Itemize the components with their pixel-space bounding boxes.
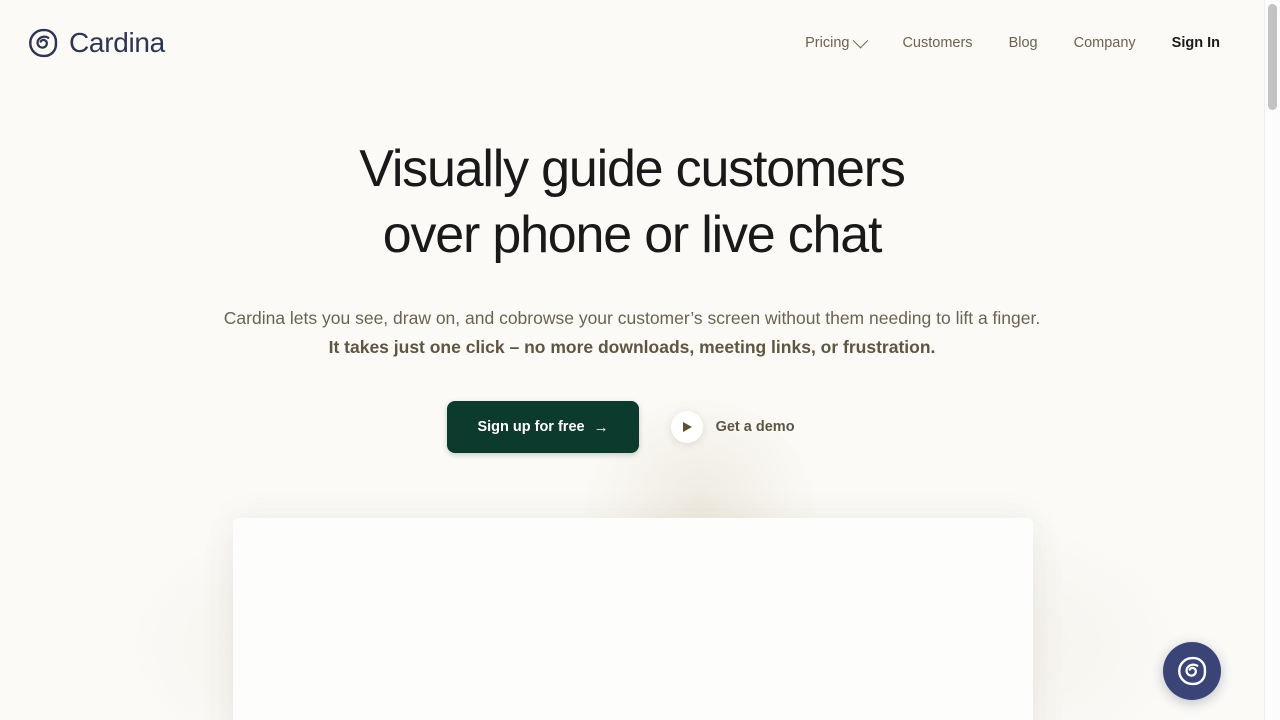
hero-subtitle-emphasis: It takes just one click – no more downlo… xyxy=(328,337,936,357)
hero-subtitle: Cardina lets you see, draw on, and cobro… xyxy=(0,304,1264,362)
page-root: Cardina Pricing Customers Blog Company S… xyxy=(0,0,1264,720)
nav-item-sign-in-label: Sign In xyxy=(1171,35,1220,51)
brand-logo-link[interactable]: Cardina xyxy=(28,27,165,59)
vertical-scrollbar[interactable] xyxy=(1264,0,1280,720)
chevron-down-icon xyxy=(853,32,869,48)
sign-up-for-free-label: Sign up for free xyxy=(477,419,585,435)
nav-item-sign-in[interactable]: Sign In xyxy=(1154,27,1220,59)
nav-item-blog-label: Blog xyxy=(1008,35,1038,51)
nav-item-company[interactable]: Company xyxy=(1056,27,1154,59)
hero-media-panel xyxy=(233,518,1033,720)
cardina-spiral-logo-icon xyxy=(28,28,58,58)
nav-item-customers[interactable]: Customers xyxy=(884,27,990,59)
nav-item-pricing[interactable]: Pricing xyxy=(787,27,884,59)
hero-title-line-2: over phone or live chat xyxy=(382,206,883,264)
page-title: Visually guide customers over phone or l… xyxy=(0,136,1264,268)
site-header: Cardina Pricing Customers Blog Company S… xyxy=(0,0,1264,86)
play-triangle-icon xyxy=(683,422,693,432)
play-icon xyxy=(670,411,703,443)
arrow-right-icon: → xyxy=(593,418,609,436)
scrollbar-thumb[interactable] xyxy=(1268,4,1277,110)
cardina-spiral-logo-icon xyxy=(1177,656,1207,686)
main-navigation: Pricing Customers Blog Company Sign In xyxy=(787,27,1220,59)
brand-name: Cardina xyxy=(69,27,165,58)
get-a-demo-label: Get a demo xyxy=(715,419,795,435)
hero-subtitle-lead: Cardina lets you see, draw on, and cobro… xyxy=(223,308,1041,328)
hero-title-line-1: Visually guide customers xyxy=(359,140,906,198)
sign-up-for-free-button[interactable]: Sign up for free → xyxy=(447,401,639,453)
nav-item-blog[interactable]: Blog xyxy=(991,27,1056,59)
nav-item-company-label: Company xyxy=(1073,35,1136,51)
nav-item-pricing-label: Pricing xyxy=(805,35,850,51)
hero-actions: Sign up for free → Get a demo xyxy=(0,401,1264,453)
chat-launcher-button[interactable] xyxy=(1163,642,1221,700)
get-a-demo-button[interactable]: Get a demo xyxy=(639,401,817,453)
nav-item-customers-label: Customers xyxy=(902,35,973,51)
